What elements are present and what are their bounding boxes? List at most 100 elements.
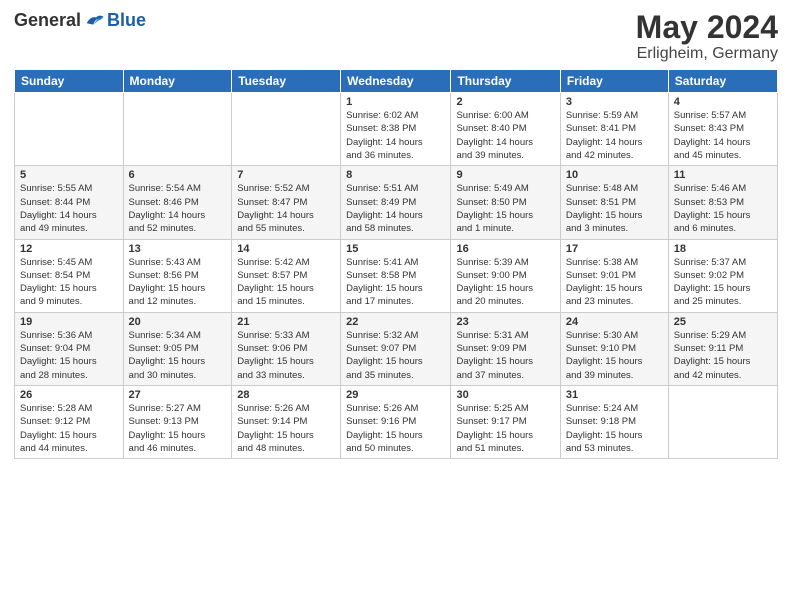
calendar-cell [123, 93, 232, 166]
logo-blue: Blue [107, 10, 146, 31]
day-info: Sunrise: 5:51 AM Sunset: 8:49 PM Dayligh… [346, 182, 445, 235]
calendar-cell: 22Sunrise: 5:32 AM Sunset: 9:07 PM Dayli… [341, 312, 451, 385]
calendar-cell: 27Sunrise: 5:27 AM Sunset: 9:13 PM Dayli… [123, 385, 232, 458]
day-number: 24 [566, 316, 663, 328]
calendar-cell: 1Sunrise: 6:02 AM Sunset: 8:38 PM Daylig… [341, 93, 451, 166]
day-info: Sunrise: 5:39 AM Sunset: 9:00 PM Dayligh… [456, 256, 554, 309]
calendar-week-5: 26Sunrise: 5:28 AM Sunset: 9:12 PM Dayli… [15, 385, 778, 458]
day-number: 30 [456, 389, 554, 401]
header: General Blue May 2024 Erligheim, Germany [14, 10, 778, 63]
calendar-cell [232, 93, 341, 166]
calendar-cell: 12Sunrise: 5:45 AM Sunset: 8:54 PM Dayli… [15, 239, 124, 312]
day-number: 7 [237, 169, 335, 181]
calendar-cell: 18Sunrise: 5:37 AM Sunset: 9:02 PM Dayli… [668, 239, 777, 312]
calendar-cell: 11Sunrise: 5:46 AM Sunset: 8:53 PM Dayli… [668, 166, 777, 239]
logo-general: General [14, 10, 81, 31]
day-number: 15 [346, 243, 445, 255]
calendar-cell: 28Sunrise: 5:26 AM Sunset: 9:14 PM Dayli… [232, 385, 341, 458]
day-info: Sunrise: 5:33 AM Sunset: 9:06 PM Dayligh… [237, 329, 335, 382]
day-number: 8 [346, 169, 445, 181]
day-number: 26 [20, 389, 118, 401]
calendar-cell: 2Sunrise: 6:00 AM Sunset: 8:40 PM Daylig… [451, 93, 560, 166]
day-info: Sunrise: 6:00 AM Sunset: 8:40 PM Dayligh… [456, 109, 554, 162]
calendar-cell [15, 93, 124, 166]
calendar-table: SundayMondayTuesdayWednesdayThursdayFrid… [14, 69, 778, 459]
calendar-header-monday: Monday [123, 70, 232, 93]
day-info: Sunrise: 5:36 AM Sunset: 9:04 PM Dayligh… [20, 329, 118, 382]
day-number: 9 [456, 169, 554, 181]
calendar-cell: 25Sunrise: 5:29 AM Sunset: 9:11 PM Dayli… [668, 312, 777, 385]
calendar-header-wednesday: Wednesday [341, 70, 451, 93]
day-info: Sunrise: 5:43 AM Sunset: 8:56 PM Dayligh… [129, 256, 227, 309]
calendar-week-1: 1Sunrise: 6:02 AM Sunset: 8:38 PM Daylig… [15, 93, 778, 166]
calendar-header-sunday: Sunday [15, 70, 124, 93]
calendar-week-4: 19Sunrise: 5:36 AM Sunset: 9:04 PM Dayli… [15, 312, 778, 385]
day-number: 20 [129, 316, 227, 328]
day-number: 29 [346, 389, 445, 401]
day-number: 31 [566, 389, 663, 401]
day-number: 19 [20, 316, 118, 328]
day-number: 25 [674, 316, 772, 328]
calendar-header-tuesday: Tuesday [232, 70, 341, 93]
day-info: Sunrise: 5:32 AM Sunset: 9:07 PM Dayligh… [346, 329, 445, 382]
day-number: 10 [566, 169, 663, 181]
day-number: 16 [456, 243, 554, 255]
day-info: Sunrise: 5:41 AM Sunset: 8:58 PM Dayligh… [346, 256, 445, 309]
calendar-cell: 21Sunrise: 5:33 AM Sunset: 9:06 PM Dayli… [232, 312, 341, 385]
main-title: May 2024 [636, 10, 778, 45]
calendar-cell: 8Sunrise: 5:51 AM Sunset: 8:49 PM Daylig… [341, 166, 451, 239]
day-info: Sunrise: 5:26 AM Sunset: 9:14 PM Dayligh… [237, 402, 335, 455]
day-info: Sunrise: 5:37 AM Sunset: 9:02 PM Dayligh… [674, 256, 772, 309]
calendar-cell: 9Sunrise: 5:49 AM Sunset: 8:50 PM Daylig… [451, 166, 560, 239]
day-number: 4 [674, 96, 772, 108]
calendar-cell: 5Sunrise: 5:55 AM Sunset: 8:44 PM Daylig… [15, 166, 124, 239]
subtitle: Erligheim, Germany [636, 45, 778, 63]
calendar-cell: 30Sunrise: 5:25 AM Sunset: 9:17 PM Dayli… [451, 385, 560, 458]
calendar-week-2: 5Sunrise: 5:55 AM Sunset: 8:44 PM Daylig… [15, 166, 778, 239]
calendar-cell [668, 385, 777, 458]
calendar-cell: 14Sunrise: 5:42 AM Sunset: 8:57 PM Dayli… [232, 239, 341, 312]
day-info: Sunrise: 5:55 AM Sunset: 8:44 PM Dayligh… [20, 182, 118, 235]
day-number: 17 [566, 243, 663, 255]
calendar-cell: 23Sunrise: 5:31 AM Sunset: 9:09 PM Dayli… [451, 312, 560, 385]
calendar-cell: 20Sunrise: 5:34 AM Sunset: 9:05 PM Dayli… [123, 312, 232, 385]
day-number: 13 [129, 243, 227, 255]
calendar-cell: 31Sunrise: 5:24 AM Sunset: 9:18 PM Dayli… [560, 385, 668, 458]
calendar-cell: 17Sunrise: 5:38 AM Sunset: 9:01 PM Dayli… [560, 239, 668, 312]
day-number: 18 [674, 243, 772, 255]
logo: General Blue [14, 10, 146, 31]
day-number: 3 [566, 96, 663, 108]
title-block: May 2024 Erligheim, Germany [636, 10, 778, 63]
calendar-week-3: 12Sunrise: 5:45 AM Sunset: 8:54 PM Dayli… [15, 239, 778, 312]
calendar-cell: 4Sunrise: 5:57 AM Sunset: 8:43 PM Daylig… [668, 93, 777, 166]
calendar-header-saturday: Saturday [668, 70, 777, 93]
calendar-cell: 29Sunrise: 5:26 AM Sunset: 9:16 PM Dayli… [341, 385, 451, 458]
day-number: 28 [237, 389, 335, 401]
day-info: Sunrise: 5:46 AM Sunset: 8:53 PM Dayligh… [674, 182, 772, 235]
day-info: Sunrise: 5:54 AM Sunset: 8:46 PM Dayligh… [129, 182, 227, 235]
calendar-cell: 24Sunrise: 5:30 AM Sunset: 9:10 PM Dayli… [560, 312, 668, 385]
page: General Blue May 2024 Erligheim, Germany… [0, 0, 792, 612]
calendar-header-friday: Friday [560, 70, 668, 93]
calendar-cell: 10Sunrise: 5:48 AM Sunset: 8:51 PM Dayli… [560, 166, 668, 239]
logo-bird-icon [83, 12, 105, 30]
day-info: Sunrise: 5:26 AM Sunset: 9:16 PM Dayligh… [346, 402, 445, 455]
day-number: 21 [237, 316, 335, 328]
calendar-cell: 19Sunrise: 5:36 AM Sunset: 9:04 PM Dayli… [15, 312, 124, 385]
calendar-cell: 15Sunrise: 5:41 AM Sunset: 8:58 PM Dayli… [341, 239, 451, 312]
day-number: 27 [129, 389, 227, 401]
day-number: 14 [237, 243, 335, 255]
day-info: Sunrise: 5:25 AM Sunset: 9:17 PM Dayligh… [456, 402, 554, 455]
day-number: 6 [129, 169, 227, 181]
day-info: Sunrise: 5:29 AM Sunset: 9:11 PM Dayligh… [674, 329, 772, 382]
day-info: Sunrise: 5:57 AM Sunset: 8:43 PM Dayligh… [674, 109, 772, 162]
day-info: Sunrise: 5:24 AM Sunset: 9:18 PM Dayligh… [566, 402, 663, 455]
calendar-cell: 16Sunrise: 5:39 AM Sunset: 9:00 PM Dayli… [451, 239, 560, 312]
day-info: Sunrise: 5:45 AM Sunset: 8:54 PM Dayligh… [20, 256, 118, 309]
day-info: Sunrise: 5:38 AM Sunset: 9:01 PM Dayligh… [566, 256, 663, 309]
day-info: Sunrise: 5:34 AM Sunset: 9:05 PM Dayligh… [129, 329, 227, 382]
day-info: Sunrise: 5:42 AM Sunset: 8:57 PM Dayligh… [237, 256, 335, 309]
day-number: 11 [674, 169, 772, 181]
calendar-header-row: SundayMondayTuesdayWednesdayThursdayFrid… [15, 70, 778, 93]
day-number: 23 [456, 316, 554, 328]
